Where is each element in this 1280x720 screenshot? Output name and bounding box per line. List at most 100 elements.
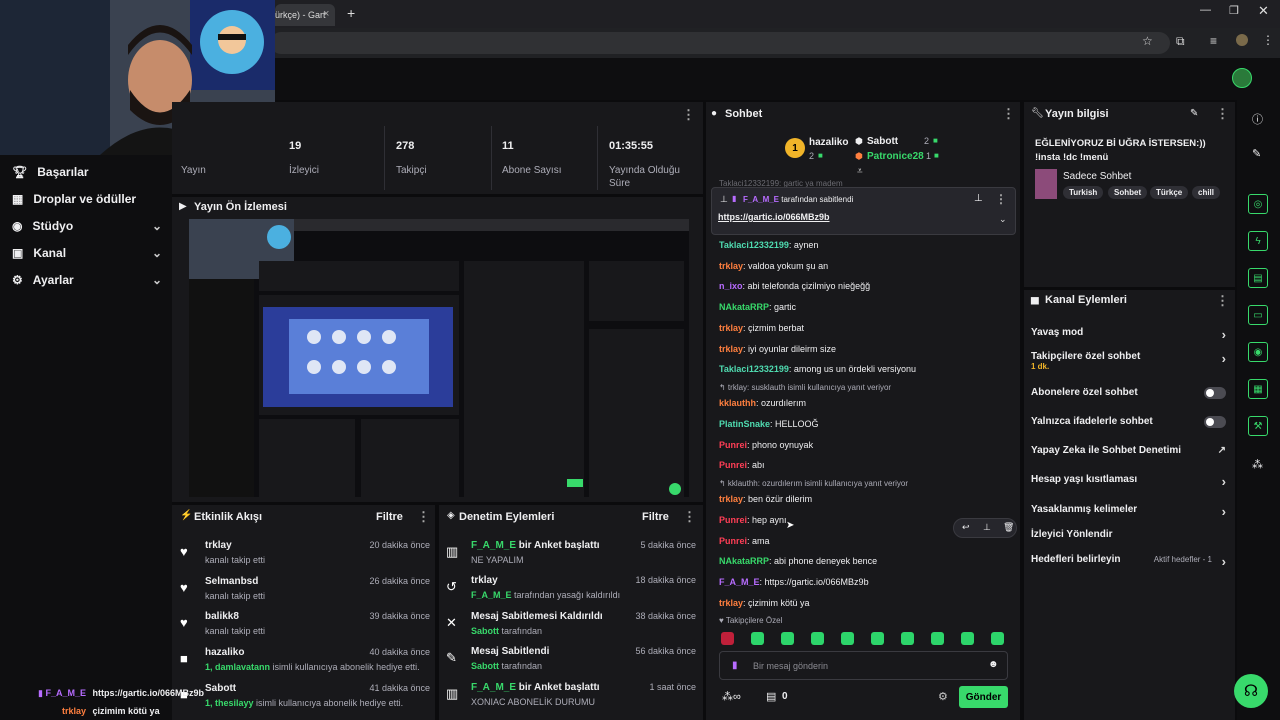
chat-username[interactable]: Punrei	[719, 536, 747, 546]
moderation-filter-button[interactable]: Filtre	[642, 511, 669, 523]
chat-username[interactable]: Punrei	[719, 460, 747, 470]
category-thumbnail[interactable]	[1035, 169, 1057, 199]
emote[interactable]	[931, 632, 944, 645]
top-gifter-name[interactable]: hazaliko	[809, 137, 848, 148]
top-gifter-name[interactable]: Sabott	[867, 136, 898, 147]
nav-item-achievements[interactable]: 🏆︎ Başarılar	[12, 165, 162, 179]
activity-user[interactable]: hazaliko	[205, 647, 244, 658]
pin-message-icon[interactable]: ⊥	[983, 522, 991, 533]
chat-username[interactable]: Taklaci12332199	[719, 240, 789, 250]
pinned-link[interactable]: https://gartic.io/066MBz9b	[718, 212, 830, 222]
more-options-icon[interactable]: ⋮	[683, 509, 696, 525]
activity-filter-button[interactable]: Filtre	[376, 511, 403, 523]
chat-username[interactable]: Taklaci12332199	[719, 364, 789, 374]
chat-username[interactable]: trklay	[719, 344, 743, 354]
channel-action-item[interactable]: Hesap yaşı kısıtlaması ›	[1031, 474, 1226, 489]
emote[interactable]	[871, 632, 884, 645]
channel-action-item[interactable]: Yavaş mod ›	[1031, 327, 1226, 342]
chat-username[interactable]: Punrei	[719, 515, 747, 525]
chat-username[interactable]: Punrei	[719, 440, 747, 450]
chevron-down-icon[interactable]: ⌄	[999, 214, 1007, 225]
address-bar[interactable]	[270, 32, 1170, 54]
toggle-switch[interactable]	[1204, 387, 1226, 399]
channel-action-item[interactable]: Yasaklanmış kelimeler ›	[1031, 504, 1226, 519]
channel-action-item[interactable]: Yapay Zeka ile Sohbet Denetimi ↗	[1031, 445, 1226, 456]
collapse-icon[interactable]: ⩡	[857, 166, 863, 177]
channel-action-item[interactable]: İzleyici Yönlendir	[1031, 529, 1226, 540]
layout-icon[interactable]: ▦	[1248, 379, 1268, 399]
reply-icon[interactable]: ↩	[962, 522, 970, 533]
mod-user[interactable]: F_A_M_E	[471, 540, 516, 551]
tag[interactable]: chill	[1192, 186, 1221, 199]
tool-icon[interactable]: ⚒	[1248, 416, 1268, 436]
chat-username[interactable]: NAkataRRP	[719, 556, 769, 566]
browser-tab[interactable]: ürkçe) - Gart ×	[275, 4, 335, 26]
emote[interactable]	[811, 632, 824, 645]
channel-action-item[interactable]: Yalnızca ifadelerle sohbet	[1031, 416, 1226, 428]
puzzle-icon[interactable]: ⁂	[1252, 458, 1263, 471]
info-icon[interactable]: ⓘ	[1252, 111, 1263, 127]
chat-username[interactable]: kklauthh	[719, 398, 756, 408]
pinned-by-user[interactable]: F_A_M_E	[743, 195, 779, 204]
mod-user[interactable]: F_A_M_E	[471, 682, 516, 693]
mod-user[interactable]: trklay	[471, 575, 498, 586]
chat-input[interactable]: ▮ Bir mesaj gönderin ☻	[719, 651, 1008, 680]
channel-action-item[interactable]: Hedefleri belirleyin Aktif hedefler - 1 ›	[1031, 554, 1226, 569]
channel-action-item[interactable]: Takipçilere özel sohbet 1 dk. ›	[1031, 351, 1226, 371]
emoji-icon[interactable]: ☻	[988, 659, 999, 670]
chat-username[interactable]: F_A_M_E	[719, 577, 760, 587]
more-options-icon[interactable]: ⋮	[682, 107, 695, 123]
lightning-icon[interactable]: ϟ	[1248, 231, 1268, 251]
activity-user[interactable]: Sabott	[205, 683, 236, 694]
more-options-icon[interactable]: ⋮	[995, 192, 1007, 206]
chat-username[interactable]: NAkataRRP	[719, 302, 769, 312]
edit-icon[interactable]: ✎	[1190, 108, 1198, 119]
more-menu-icon[interactable]: ⋮	[1262, 33, 1274, 47]
chat-username[interactable]: trklay	[719, 323, 743, 333]
user-avatar[interactable]	[1232, 68, 1252, 88]
stream-preview-video[interactable]	[189, 219, 689, 497]
nav-item-channel[interactable]: ▣ Kanal ⌄	[12, 246, 162, 260]
chat-settings-icon[interactable]: ⚙	[938, 690, 948, 703]
pin-toggle-icon[interactable]: ⊥	[974, 193, 983, 204]
emote[interactable]	[961, 632, 974, 645]
reading-list-icon[interactable]: ≡	[1210, 34, 1217, 48]
chat-username[interactable]: n_ixo	[719, 281, 743, 291]
emote[interactable]	[841, 632, 854, 645]
category-name[interactable]: Sadece Sohbet	[1063, 171, 1131, 182]
profile-avatar[interactable]	[1236, 34, 1248, 46]
chat-username[interactable]: trklay	[719, 598, 743, 608]
new-tab-button[interactable]: +	[347, 5, 355, 21]
nav-item-studio[interactable]: ◉ Stüdyo ⌄	[12, 219, 162, 233]
extensions-icon[interactable]: ⧉	[1176, 34, 1185, 49]
nav-item-drops[interactable]: ▦ Droplar ve ödüller	[12, 192, 162, 206]
pencil-icon[interactable]: ✎	[1252, 147, 1261, 160]
document-icon[interactable]: ▤	[1248, 268, 1268, 288]
minimize-icon[interactable]: —	[1200, 4, 1211, 16]
help-chat-button[interactable]: ☊	[1234, 674, 1268, 708]
points-icon[interactable]: ⁂∞	[722, 690, 741, 703]
emote-row[interactable]	[721, 632, 1011, 646]
activity-user[interactable]: balikk8	[205, 611, 239, 622]
chat-icon[interactable]: ▭	[1248, 305, 1268, 325]
emote[interactable]	[901, 632, 914, 645]
chat-username[interactable]: trklay	[719, 261, 743, 271]
emote[interactable]	[991, 632, 1004, 645]
emote[interactable]	[721, 632, 734, 645]
top-gifter-name[interactable]: Patronice28	[867, 151, 924, 162]
send-button[interactable]: Gönder	[959, 686, 1008, 708]
activity-user[interactable]: Selmanbsd	[205, 576, 258, 587]
toggle-switch[interactable]	[1204, 416, 1226, 428]
tag[interactable]: Turkish	[1063, 186, 1104, 199]
chat-username[interactable]: trklay	[719, 494, 743, 504]
nav-item-settings[interactable]: ⚙ Ayarlar ⌄	[12, 273, 162, 287]
close-window-icon[interactable]: ✕	[1258, 3, 1269, 19]
chat-username[interactable]: PlatinSnake	[719, 419, 770, 429]
close-tab-icon[interactable]: ×	[323, 8, 329, 20]
bookmark-star-icon[interactable]: ☆	[1142, 34, 1153, 48]
delete-icon[interactable]: 🗑︎	[1003, 522, 1014, 533]
emote[interactable]	[751, 632, 764, 645]
tag[interactable]: Türkçe	[1150, 186, 1189, 199]
emote[interactable]	[781, 632, 794, 645]
target-icon[interactable]: ◎	[1248, 194, 1268, 214]
